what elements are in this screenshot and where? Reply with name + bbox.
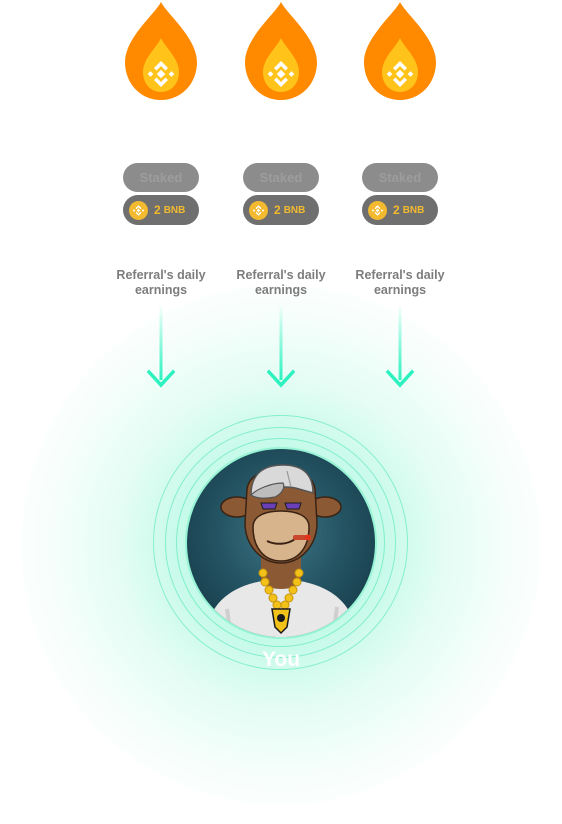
bnb-coin-icon — [368, 200, 387, 220]
staked-badge: Staked — [362, 163, 438, 192]
earnings-label-line1: Referral's daily — [116, 268, 206, 282]
referral-earnings-label: Referral's daily earnings — [91, 268, 231, 298]
referral-columns: Staked 2 BNB Referral's daily earnings S… — [0, 0, 562, 400]
bnb-coin-icon — [249, 200, 268, 220]
earnings-label-line1: Referral's daily — [355, 268, 445, 282]
earnings-label-line2: earnings — [134, 283, 188, 297]
arrow-down-icon — [386, 304, 414, 388]
earnings-label-line2: earnings — [373, 283, 427, 297]
bnb-amount: 2 — [393, 203, 400, 217]
arrow-down-icon — [267, 304, 295, 388]
staked-badge: Staked — [243, 163, 319, 192]
you-label: You — [261, 648, 301, 671]
arrow-down-icon — [147, 304, 175, 388]
referral-column: Staked 2 BNB Referral's daily earnings — [221, 0, 341, 400]
bnb-coin-icon — [129, 200, 148, 220]
user-avatar — [187, 449, 375, 637]
staked-badge: Staked — [123, 163, 199, 192]
bnb-unit: BNB — [402, 204, 425, 216]
bnb-amount-badge: 2 BNB — [362, 195, 438, 225]
bnb-unit: BNB — [163, 204, 186, 216]
referral-column: Staked 2 BNB Referral's daily earnings — [101, 0, 221, 400]
flame-icon — [241, 0, 321, 102]
referral-column: Staked 2 BNB Referral's daily earnings — [340, 0, 460, 400]
bnb-amount-badge: 2 BNB — [123, 195, 199, 225]
referral-earnings-label: Referral's daily earnings — [330, 268, 470, 298]
flame-icon — [121, 0, 201, 102]
bnb-unit: BNB — [283, 204, 306, 216]
bnb-amount-badge: 2 BNB — [243, 195, 319, 225]
bnb-amount: 2 — [154, 203, 161, 217]
flame-icon — [360, 0, 440, 102]
bnb-amount: 2 — [274, 203, 281, 217]
referral-diagram: Staked 2 BNB Referral's daily earnings S… — [0, 0, 562, 824]
